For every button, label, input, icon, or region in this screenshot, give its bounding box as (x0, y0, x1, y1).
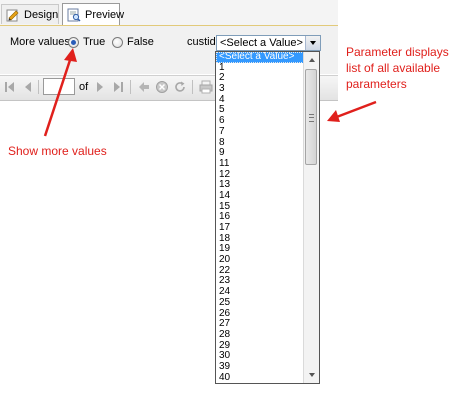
parameter-annotation: Parameter displays list of all available… (346, 45, 449, 91)
arrow-to-true-radio (43, 48, 77, 137)
arrow-to-dropdown (327, 100, 377, 122)
more-values-annotation: Show more values (8, 144, 107, 158)
